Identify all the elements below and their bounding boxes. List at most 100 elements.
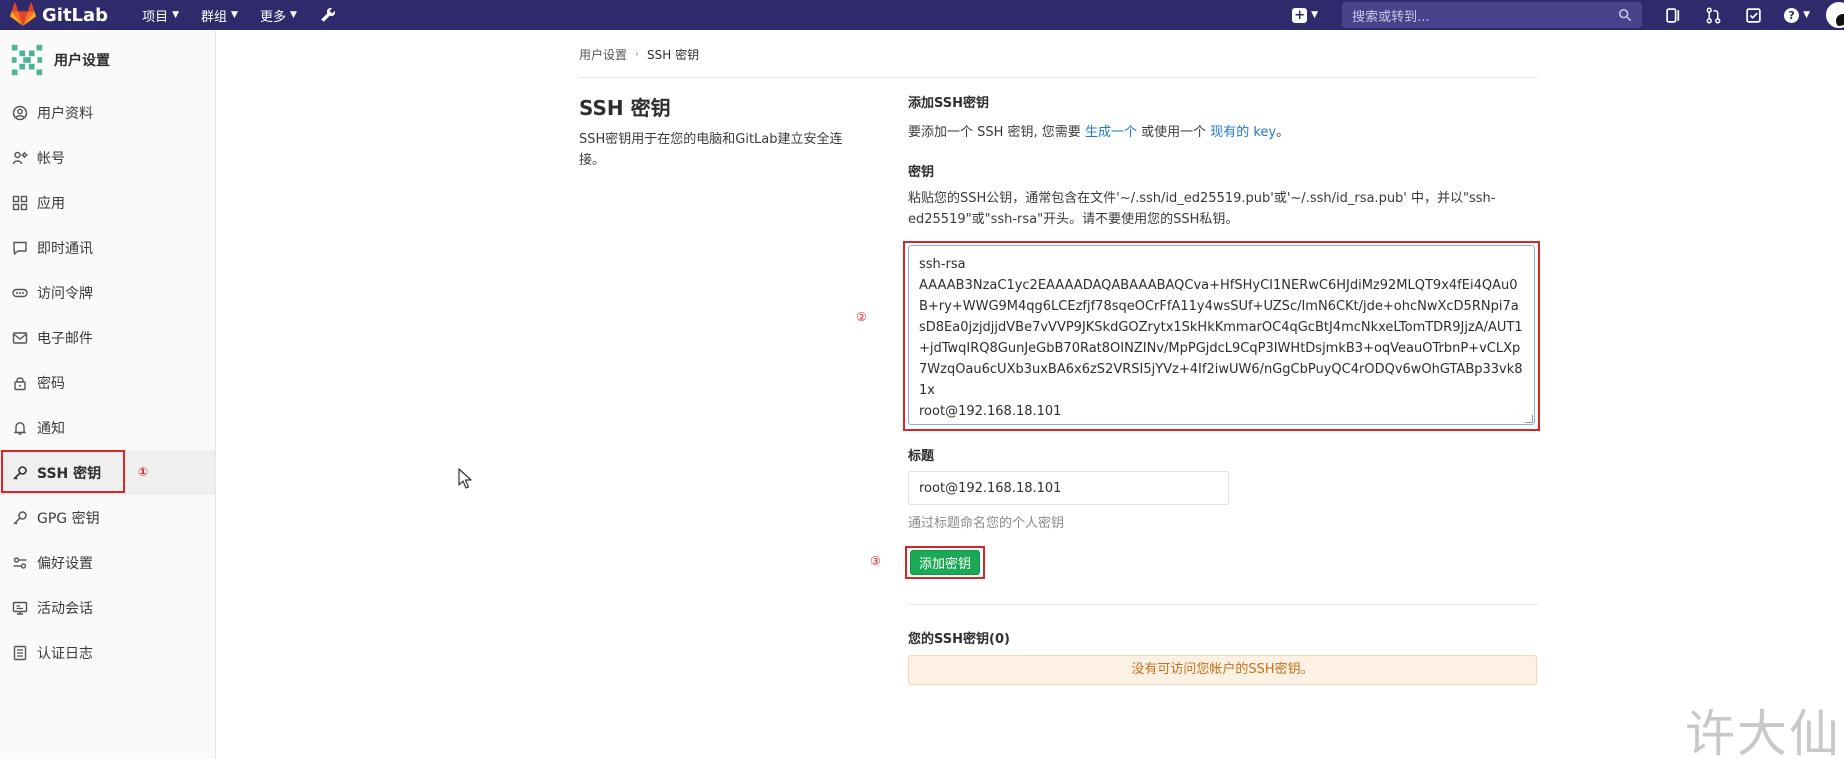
- sidebar-item-active-sessions[interactable]: 活动会话: [0, 585, 215, 630]
- key-icon: [13, 510, 27, 525]
- todo-check-icon: [1745, 7, 1761, 23]
- intro-text: 或使用一个: [1136, 125, 1211, 140]
- navbar-right: + ▼ 搜索或转到... ? ▼: [1292, 0, 1844, 30]
- log-list-icon: [13, 645, 27, 660]
- merge-requests-button[interactable]: [1704, 6, 1722, 24]
- mouse-cursor-icon: [458, 468, 472, 489]
- top-navbar: GitLab 项目 ▼ 群组 ▼ 更多 ▼ + ▼ 搜索或转到... ? ▼: [0, 0, 1844, 30]
- mail-icon: [12, 331, 28, 344]
- nav-more-dropdown[interactable]: 更多 ▼: [260, 6, 297, 25]
- section-divider: [908, 604, 1538, 605]
- brand-name: GitLab: [42, 4, 109, 26]
- watermark-text: 许大仙: [1685, 705, 1841, 759]
- sidebar-item-label: 帐号: [37, 150, 65, 167]
- sidebar-item-label: 活动会话: [37, 600, 93, 617]
- breadcrumb-parent[interactable]: 用户设置: [579, 46, 627, 63]
- sidebar-item-authentication-log[interactable]: 认证日志: [0, 630, 215, 675]
- breadcrumb-current[interactable]: SSH 密钥: [647, 46, 699, 63]
- search-input[interactable]: 搜索或转到...: [1342, 2, 1643, 28]
- sidebar-item-label: 即时通讯: [37, 240, 93, 257]
- sidebar-item-applications[interactable]: 应用: [0, 180, 215, 225]
- your-keys-heading: 您的SSH密钥(0): [908, 632, 1010, 647]
- new-item-dropdown[interactable]: + ▼: [1292, 7, 1319, 23]
- empty-keys-alert: 没有可访问您帐户的SSH密钥。: [908, 655, 1537, 685]
- user-avatar[interactable]: [1826, 2, 1844, 28]
- token-icon: [12, 288, 28, 297]
- sidebar-item-label: 密码: [37, 375, 65, 392]
- title-field-help: 通过标题命名您的个人密钥: [908, 516, 1065, 531]
- annotation-step3: ③: [870, 554, 881, 568]
- key-textarea[interactable]: ssh-rsa AAAAB3NzaC1yc2EAAAADAQABAAABAQCv…: [908, 245, 1535, 425]
- sidebar-header[interactable]: 用户设置: [0, 30, 215, 90]
- sidebar-item-label: GPG 密钥: [37, 510, 100, 527]
- account-gear-icon: [12, 151, 28, 164]
- breadcrumb-divider: [579, 77, 1538, 78]
- sidebar-item-emails[interactable]: 电子邮件: [0, 315, 215, 360]
- sidebar-item-label: 用户资料: [37, 105, 93, 122]
- gitlab-home-link[interactable]: GitLab: [10, 3, 108, 27]
- annotation-step1: ①: [138, 465, 149, 479]
- chevron-down-icon: ▼: [231, 10, 238, 20]
- sidebar-item-label: 电子邮件: [37, 330, 93, 347]
- page-title: SSH 密钥: [579, 96, 671, 120]
- sidebar-item-gpg-keys[interactable]: GPG 密钥: [0, 495, 215, 540]
- chevron-down-icon: ▼: [1803, 10, 1810, 20]
- sidebar-item-label: 应用: [37, 195, 65, 212]
- issues-button[interactable]: [1664, 6, 1682, 24]
- search-placeholder: 搜索或转到...: [1352, 9, 1430, 25]
- search-icon: [1619, 8, 1632, 22]
- sidebar-item-account[interactable]: 帐号: [0, 135, 215, 180]
- sidebar-item-notifications[interactable]: 通知: [0, 405, 215, 450]
- add-key-title: 添加SSH密钥: [908, 96, 990, 111]
- todos-button[interactable]: [1744, 6, 1762, 24]
- help-dropdown[interactable]: ? ▼: [1784, 7, 1810, 23]
- user-circle-icon: [12, 105, 28, 120]
- sidebar-item-access-tokens[interactable]: 访问令牌: [0, 270, 215, 315]
- chevron-down-icon: ▼: [172, 10, 179, 20]
- sidebar-item-chat[interactable]: 即时通讯: [0, 225, 215, 270]
- applications-grid-icon: [12, 195, 28, 210]
- plus-icon: +: [1292, 7, 1308, 23]
- add-key-section: 添加SSH密钥 要添加一个 SSH 密钥, 您需要 生成一个 或使用一个 现有的…: [908, 92, 1538, 140]
- add-key-button[interactable]: 添加密钥: [910, 550, 980, 575]
- key-field-label: 密钥: [908, 165, 935, 180]
- existing-key-link[interactable]: 现有的 key: [1210, 125, 1276, 140]
- breadcrumb: 用户设置 › SSH 密钥: [579, 46, 699, 63]
- resize-handle-icon[interactable]: [1525, 415, 1533, 423]
- intro-text: 。: [1276, 125, 1290, 140]
- chat-bubble-icon: [13, 241, 27, 255]
- title-input[interactable]: [908, 471, 1229, 505]
- sidebar-item-label: 访问令牌: [37, 285, 93, 302]
- nav-projects-dropdown[interactable]: 项目 ▼: [142, 6, 179, 25]
- sidebar-item-ssh-keys[interactable]: SSH 密钥 ①: [0, 450, 215, 495]
- nav-more-label: 更多: [259, 9, 286, 25]
- intro-text: 要添加一个 SSH 密钥, 您需要: [908, 125, 1085, 140]
- preferences-icon: [13, 556, 27, 569]
- bell-icon: [14, 421, 26, 435]
- monitor-icon: [12, 601, 28, 615]
- question-icon: ?: [1784, 7, 1800, 23]
- chevron-down-icon: ▼: [1311, 10, 1319, 20]
- add-key-intro: 要添加一个 SSH 密钥, 您需要 生成一个 或使用一个 现有的 key。: [908, 121, 1538, 140]
- title-field-label: 标题: [908, 449, 935, 464]
- settings-sidebar: 用户设置 用户资料 帐号 应用 即时通讯 访问令牌 电子邮件 密码 通知 SSH…: [0, 30, 216, 759]
- sidebar-item-preferences[interactable]: 偏好设置: [0, 540, 215, 585]
- sidebar-item-label: 通知: [37, 420, 65, 437]
- lock-icon: [14, 376, 26, 390]
- sidebar-item-password[interactable]: 密码: [0, 360, 215, 405]
- issues-icon: [1665, 7, 1679, 23]
- gitlab-logo-icon: [10, 3, 36, 26]
- nav-groups-dropdown[interactable]: 群组 ▼: [201, 6, 238, 25]
- generate-key-link[interactable]: 生成一个: [1085, 125, 1137, 140]
- key-field-help: 粘贴您的SSH公钥，通常包含在文件'~/.ssh/id_ed25519.pub'…: [908, 191, 1496, 227]
- sidebar-item-profile[interactable]: 用户资料: [0, 90, 215, 135]
- sidebar-item-label: 认证日志: [37, 645, 93, 662]
- sidebar-menu: 用户资料 帐号 应用 即时通讯 访问令牌 电子邮件 密码 通知 SSH 密钥 ①…: [0, 90, 215, 675]
- page-intro: SSH 密钥 SSH密钥用于在您的电脑和GitLab建立安全连接。: [579, 92, 859, 171]
- sidebar-item-label: 偏好设置: [37, 555, 93, 572]
- nav-groups-label: 群组: [201, 9, 228, 25]
- sidebar-title: 用户设置: [54, 53, 110, 69]
- page-description: SSH密钥用于在您的电脑和GitLab建立安全连接。: [579, 132, 843, 168]
- admin-area-link[interactable]: [319, 6, 337, 24]
- nav-menu: 项目 ▼ 群组 ▼ 更多 ▼: [142, 6, 359, 25]
